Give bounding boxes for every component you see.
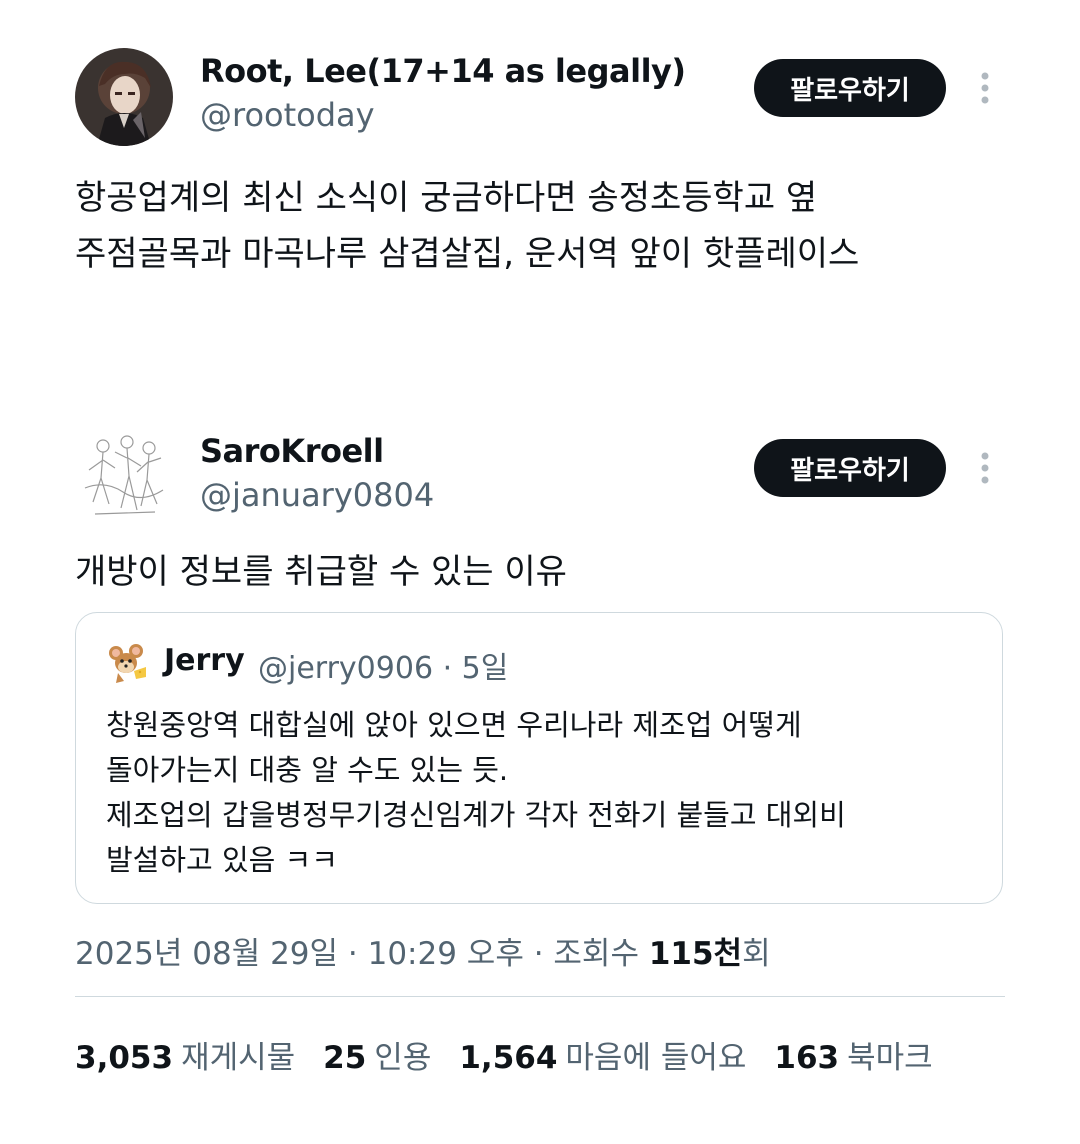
post-text-line: 항공업계의 최신 소식이 궁금하다면 송정초등학교 옆 [75,178,818,218]
quoted-author-name: Jerry [164,643,245,678]
quoted-text-line: 발설하고 있음 ㅋㅋ [106,843,338,877]
view-count: 115천 [648,936,743,972]
divider [75,996,1005,997]
author-name[interactable]: SaroKroell [200,432,384,470]
avatar-january0804[interactable] [75,428,173,526]
quoted-post[interactable]: Jerry @jerry0906 · 5일 창원중앙역 대합실에 앉아 있으면 … [75,612,1003,904]
post-1: Root, Lee(17+14 as legally) @rootoday 팔로… [0,48,1080,278]
quoted-text-line: 돌아가는지 대충 알 수도 있는 듯. [106,753,509,787]
line-sketch-figures-avatar [75,428,173,526]
author-handle[interactable]: @january0804 [200,476,434,514]
stat-label: 재게시물 [181,1040,296,1076]
quoted-text-line: 창원중앙역 대합실에 앉아 있으면 우리나라 제조업 어떻게 [106,708,802,742]
author-name[interactable]: Root, Lee(17+14 as legally) [200,52,686,90]
avatar-rootoday[interactable] [75,48,173,146]
quoted-author-handle: @jerry0906 · 5일 [258,651,509,686]
avatar-jerry0906[interactable] [106,641,150,685]
quoted-post-text: 창원중앙역 대합실에 앉아 있으면 우리나라 제조업 어떻게 돌아가는지 대충 … [106,703,846,883]
cartoon-mouse-avatar [106,641,150,685]
follow-button[interactable]: 팔로우하기 [754,59,946,117]
post-text: 개방이 정보를 취급할 수 있는 이유 [75,544,567,600]
stat-label: 마음에 들어요 [565,1040,747,1076]
stat-label: 인용 [374,1040,432,1076]
author-handle[interactable]: @rootoday [200,96,375,134]
stat-count: 3,053 [75,1040,174,1076]
post-2: SaroKroell @january0804 팔로우하기 개방이 정보를 취급… [0,428,1080,1118]
stat-label: 북마크 [847,1040,933,1076]
post-text: 항공업계의 최신 소식이 궁금하다면 송정초등학교 옆 주점골목과 마곡나루 삼… [75,170,859,282]
dark-anime-portrait-avatar [75,48,173,146]
view-suffix: 회 [742,936,771,972]
post-datetime[interactable]: 2025년 08월 29일 · 10:29 오후 · 조회수 [75,936,649,972]
stat-bookmarks[interactable]: 163 북마크 [774,1032,932,1077]
quoted-text-line: 제조업의 갑을병정무기경신임계가 각자 전화기 붙들고 대외비 [106,798,846,832]
stat-likes[interactable]: 1,564 마음에 들어요 [459,1032,746,1077]
stat-count: 1,564 [459,1040,558,1076]
stat-quotes[interactable]: 25 인용 [323,1032,431,1077]
stat-count: 25 [323,1040,367,1076]
post-text-line: 주점골목과 마곡나루 삼겹살집, 운서역 앞이 핫플레이스 [75,234,860,274]
more-options-icon[interactable] [970,68,1000,108]
engagement-stats: 3,053 재게시물 25 인용 1,564 마음에 들어요 163 북마크 [75,1032,961,1077]
stat-count: 163 [774,1040,840,1076]
stat-reposts[interactable]: 3,053 재게시물 [75,1032,295,1077]
more-options-icon[interactable] [970,448,1000,488]
post-meta: 2025년 08월 29일 · 10:29 오후 · 조회수 115천회 [75,928,771,973]
follow-button[interactable]: 팔로우하기 [754,439,946,497]
post-text-line: 개방이 정보를 취급할 수 있는 이유 [75,552,567,592]
